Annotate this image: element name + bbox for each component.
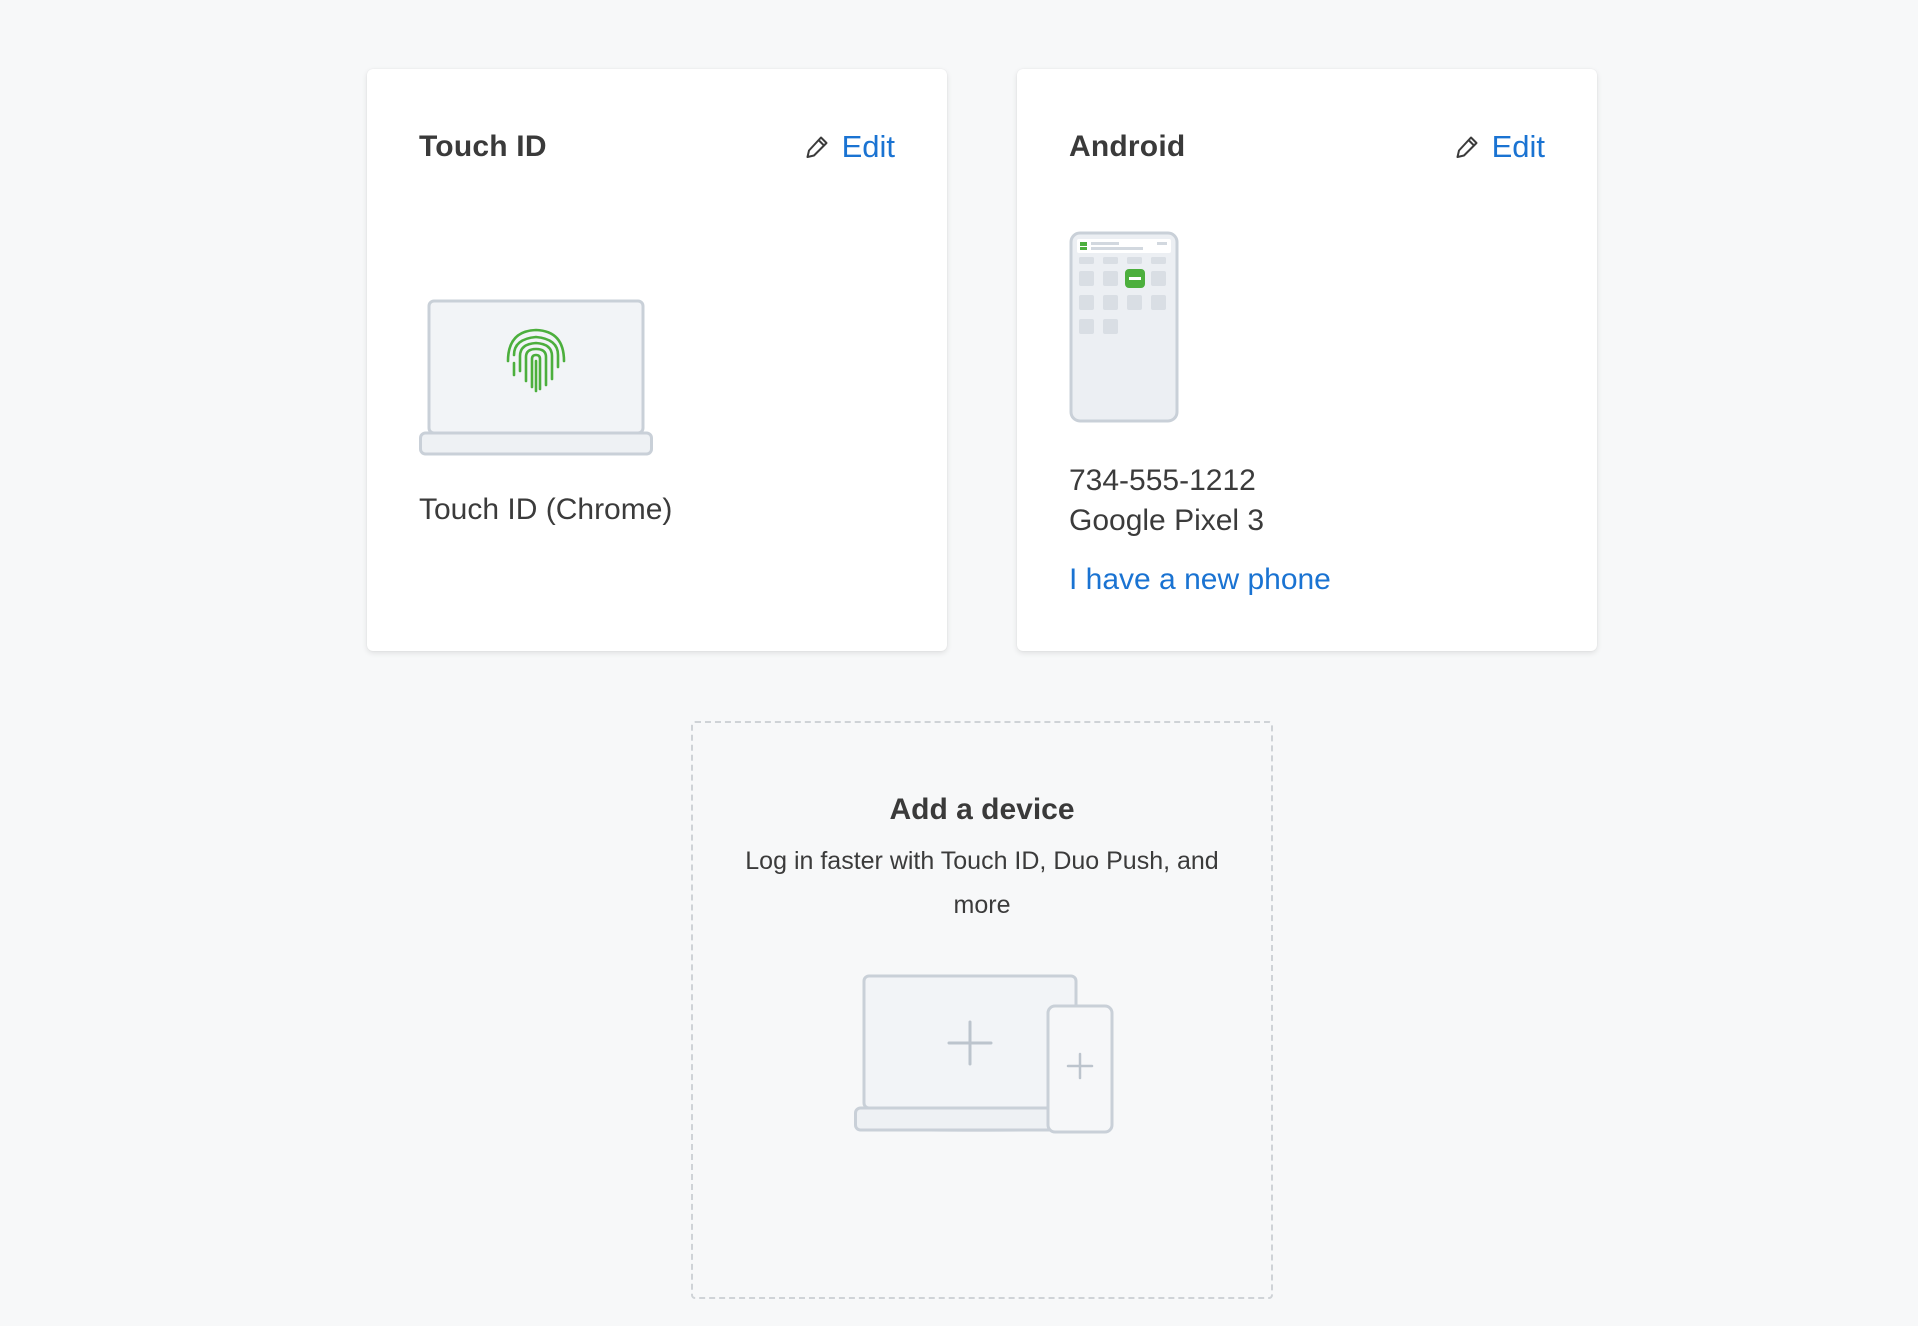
- card-title: Android: [1069, 130, 1186, 163]
- card-header: Android Edit: [1069, 127, 1545, 167]
- device-name: Touch ID (Chrome): [419, 493, 673, 526]
- edit-button[interactable]: Edit: [804, 129, 895, 165]
- phone-model: Google Pixel 3: [1069, 504, 1265, 537]
- add-device-card[interactable]: Add a device Log in faster with Touch ID…: [691, 721, 1273, 1299]
- device-card-android: Android Edit 734-555-1212 Google Pixel 3…: [1017, 69, 1597, 651]
- pencil-icon: [1456, 136, 1478, 158]
- phone-number: 734-555-1212: [1069, 464, 1256, 497]
- new-phone-link[interactable]: I have a new phone: [1069, 560, 1331, 600]
- card-header: Touch ID Edit: [419, 127, 895, 167]
- edit-label: Edit: [841, 129, 895, 164]
- add-device-description: Log in faster with Touch ID, Duo Push, a…: [745, 847, 1219, 919]
- add-device-title: Add a device: [889, 793, 1075, 826]
- pencil-icon: [806, 136, 828, 158]
- edit-label: Edit: [1491, 129, 1545, 164]
- edit-button[interactable]: Edit: [1454, 129, 1545, 165]
- device-card-touch-id: Touch ID Edit Touch ID (Chrome): [367, 69, 947, 651]
- add-device-illustration: [854, 974, 1114, 1134]
- laptop-fingerprint-illustration: [419, 299, 653, 456]
- card-title: Touch ID: [419, 130, 547, 163]
- phone-illustration: [1069, 231, 1179, 423]
